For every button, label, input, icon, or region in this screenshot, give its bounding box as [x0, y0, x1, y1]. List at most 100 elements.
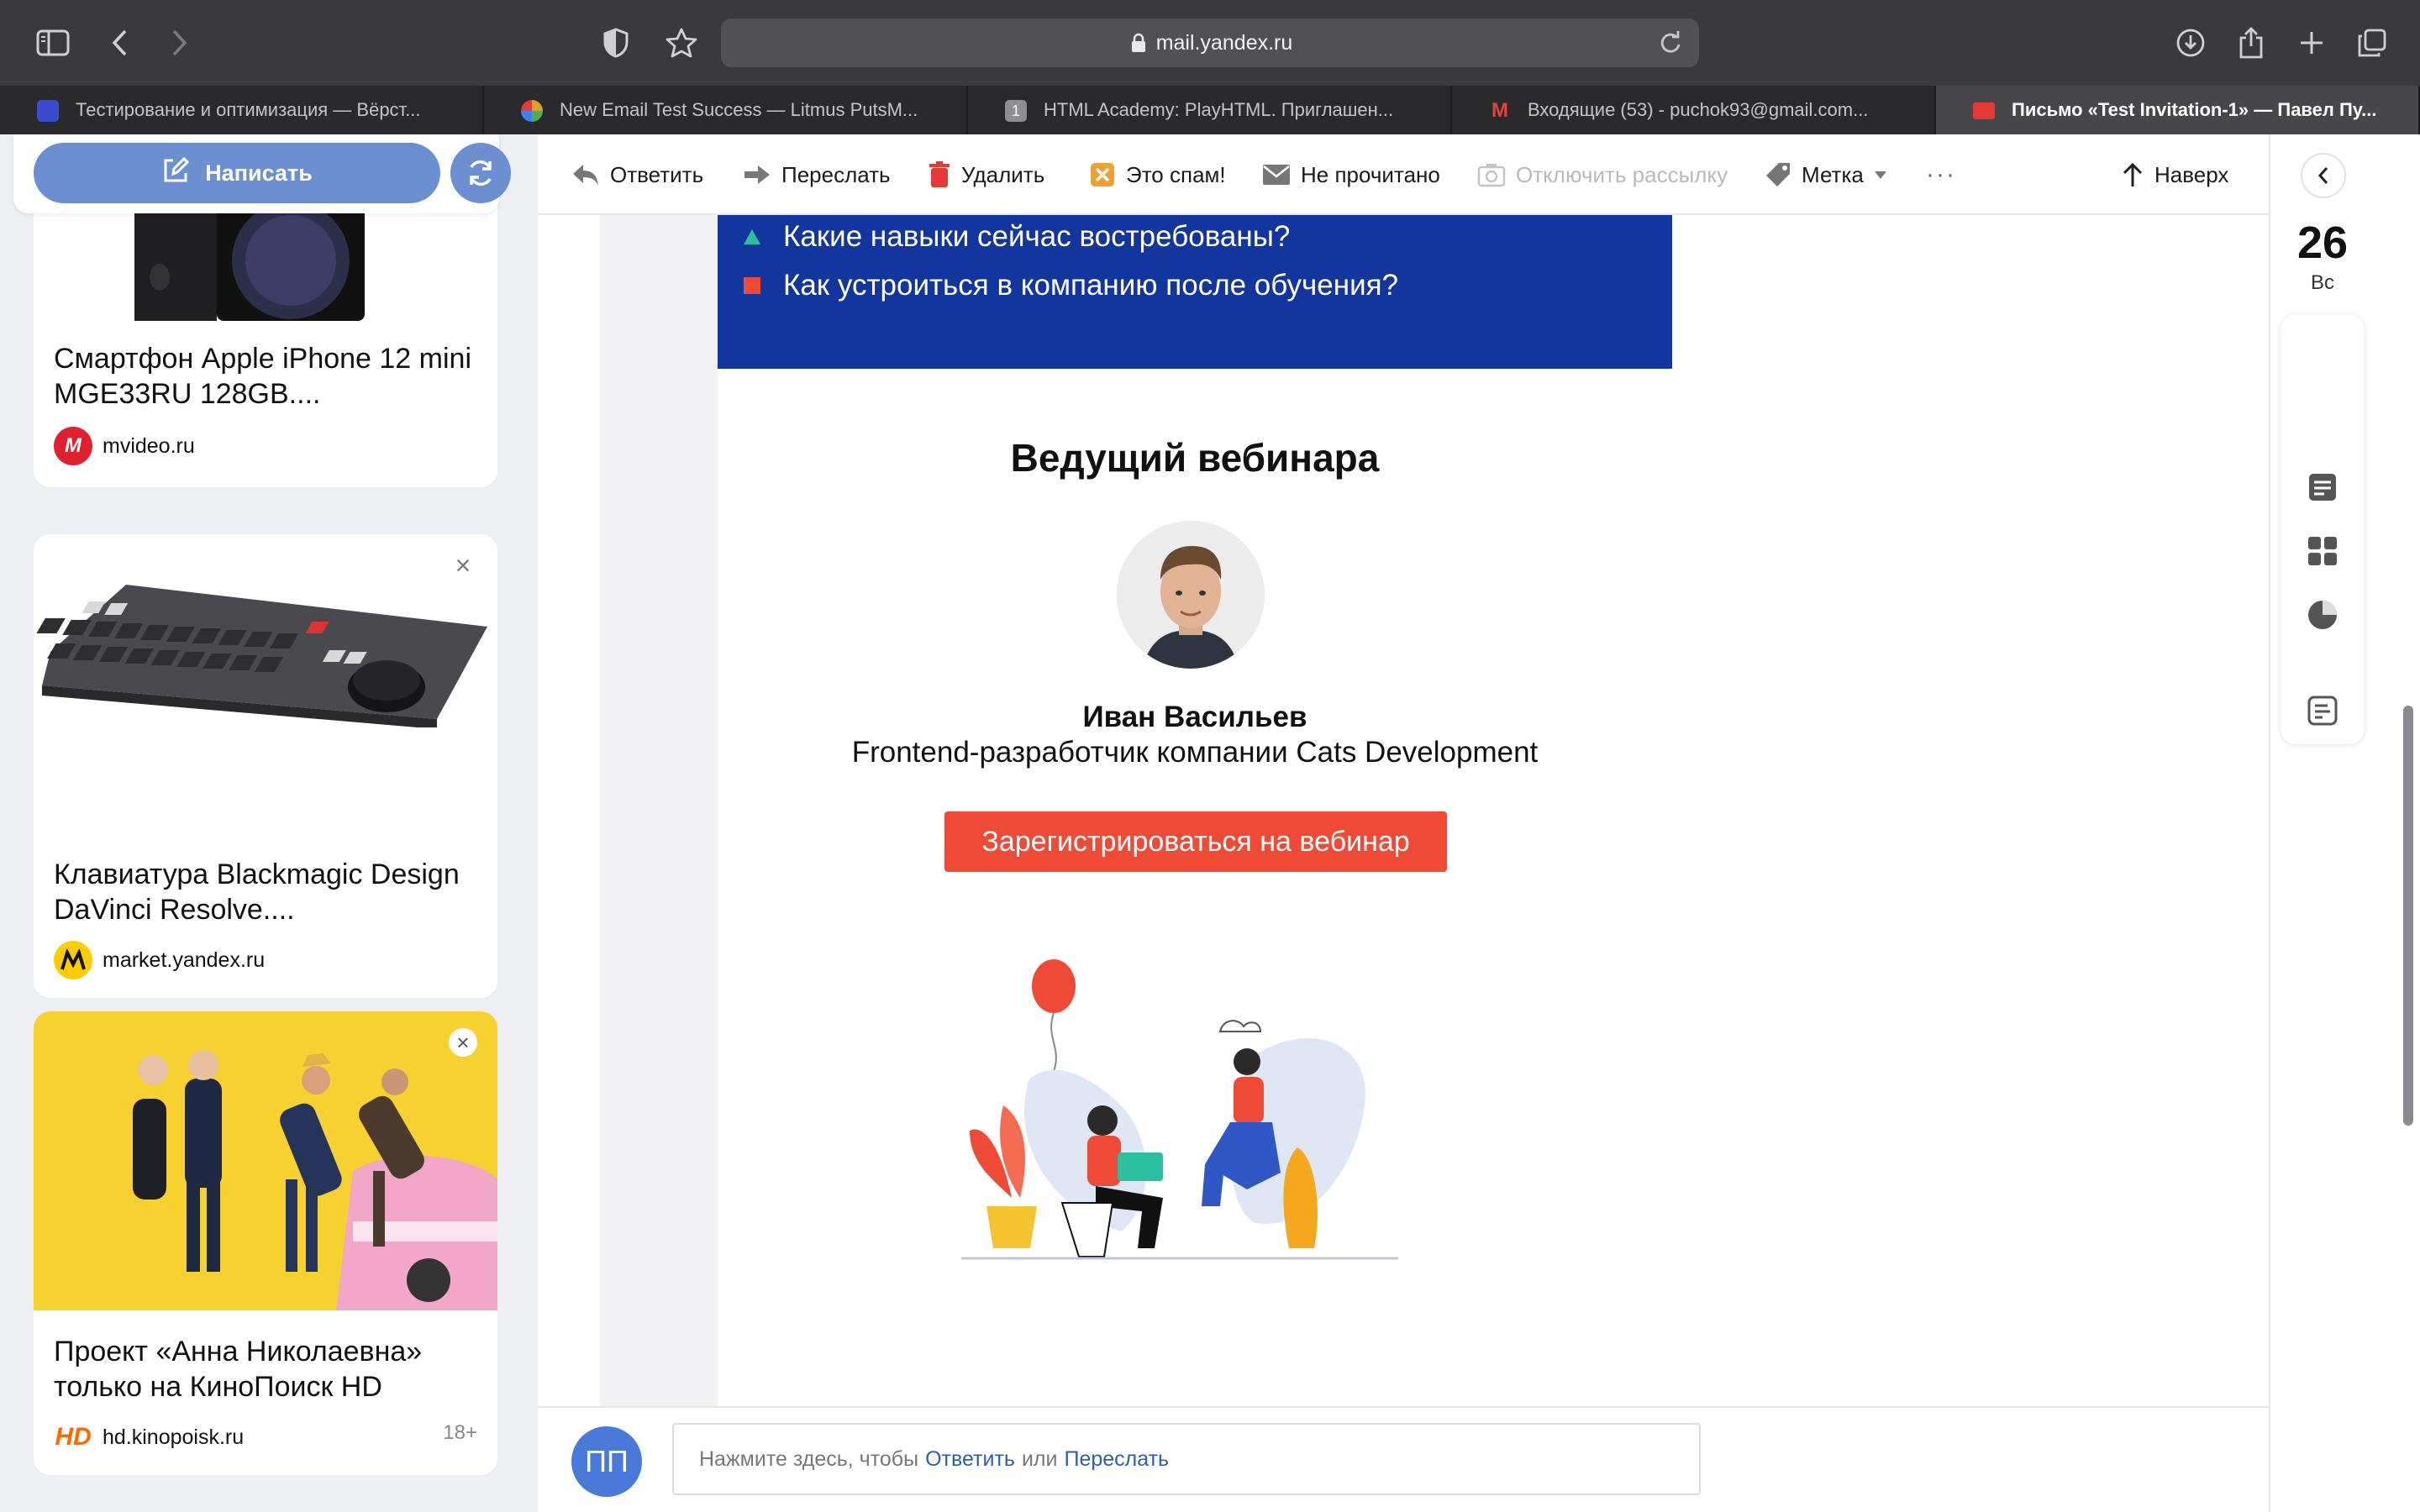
triangle-bullet-icon: [744, 229, 760, 244]
host-avatar: [1117, 521, 1265, 669]
browser-tab[interactable]: M Входящие (53) - puchok93@gmail.com...: [1452, 86, 1936, 134]
ad-title[interactable]: Смартфон Apple iPhone 12 mini MGE33RU 12…: [54, 341, 474, 412]
kinopoisk-promo-image: [34, 1011, 497, 1310]
reply-label: Ответить: [610, 161, 704, 187]
chevron-down-icon: [1874, 171, 1886, 179]
lock-icon: [1128, 32, 1150, 54]
keyboard-product-image: [36, 585, 487, 727]
refresh-icon: [470, 160, 492, 186]
browser-tab[interactable]: 1 HTML Academy: PlayHTML. Приглашен...: [968, 86, 1452, 134]
spam-button[interactable]: Это спам!: [1089, 158, 1226, 192]
label-text: Метка: [1802, 161, 1864, 187]
ad-source[interactable]: HD hd.kinopoisk.ru: [54, 1418, 244, 1457]
ad-close-icon[interactable]: ×: [449, 550, 477, 580]
reply-icon: [573, 165, 598, 186]
right-panel: 26 Вс: [2269, 134, 2420, 1512]
mvideo-logo-icon: M: [54, 427, 92, 465]
ad-title[interactable]: Проект «Анна Николаевна» только на КиноП…: [54, 1334, 474, 1404]
question-text: Какие навыки сейчас востребованы?: [783, 220, 1291, 253]
ad-source[interactable]: M mvideo.ru: [54, 427, 195, 465]
downloads-icon[interactable]: [2170, 22, 2212, 64]
ad-title[interactable]: Клавиатура Blackmagic Design DaVinci Res…: [54, 857, 474, 927]
calendar-weekday: Вс: [2310, 271, 2334, 294]
ad-card[interactable]: × Клавиатура Blackmagic Design DaVinci R…: [34, 534, 497, 998]
browser-tab[interactable]: Тестирование и оптимизация — Вёрст...: [0, 86, 484, 134]
age-rating-label: 18+: [443, 1421, 477, 1444]
spam-label: Это спам!: [1126, 161, 1226, 187]
page-scrollbar[interactable]: [2403, 706, 2413, 1126]
email-body: Какие навыки сейчас востребованы? Как ус…: [718, 215, 1672, 1512]
unsubscribe-icon: [1477, 164, 1506, 187]
delete-button[interactable]: Удалить: [928, 158, 1044, 192]
mark-unread-button[interactable]: Не прочитано: [1262, 158, 1440, 192]
tag-icon: [1766, 163, 1790, 186]
browser-tab-active[interactable]: Письмо «Test Invitation-1» — Павел Пу...: [1936, 86, 2420, 134]
ad-source-label: hd.kinopoisk.ru: [103, 1425, 245, 1449]
tab-bar: Тестирование и оптимизация — Вёрст... Ne…: [0, 86, 2420, 134]
compose-button[interactable]: Написать: [34, 143, 440, 203]
label-button[interactable]: Метка: [1765, 158, 1887, 192]
side-tools-panel: [2281, 314, 2365, 744]
ad-close-icon[interactable]: ×: [449, 1028, 477, 1057]
message-toolbar: Ответить Переслать Удалить Это спам! Не …: [538, 134, 2269, 215]
address-bar[interactable]: mail.yandex.ru: [721, 18, 1699, 67]
tab-title: Письмо «Test Invitation-1» — Павел Пу...: [2012, 99, 2377, 120]
more-actions-button[interactable]: ···: [1926, 158, 1956, 192]
mail-favicon-icon: [1973, 102, 1995, 119]
tab-title: Входящие (53) - puchok93@gmail.com...: [1528, 99, 1869, 120]
forward-link[interactable]: Переслать: [1064, 1447, 1169, 1472]
disk-usage-icon[interactable]: [2306, 598, 2339, 632]
tab-favicon-icon: 1: [1005, 100, 1027, 122]
user-avatar[interactable]: ПП: [571, 1426, 642, 1497]
forward-arrow-icon: [744, 165, 770, 184]
compose-pencil-icon: [161, 156, 190, 191]
reply-prompt: Нажмите здесь, чтобы: [699, 1446, 919, 1471]
apps-grid-icon[interactable]: [2306, 534, 2339, 568]
tab-title: New Email Test Success — Litmus PutsM...: [560, 99, 918, 120]
top-label: Наверх: [2154, 161, 2229, 187]
spam-icon: [1091, 163, 1114, 186]
message-reader: Какие навыки сейчас востребованы? Как ус…: [538, 215, 2269, 1512]
gmail-favicon-icon: M: [1491, 99, 1508, 122]
email-questions-block: Какие навыки сейчас востребованы? Как ус…: [718, 215, 1672, 369]
square-bullet-icon: [744, 277, 760, 294]
forward-icon[interactable]: [158, 22, 200, 64]
privacy-shield-icon[interactable]: [595, 22, 637, 64]
tab-overview-icon[interactable]: [2351, 22, 2393, 64]
new-tab-icon[interactable]: [2291, 22, 2333, 64]
notes-icon[interactable]: [2306, 470, 2339, 504]
collapse-panel-button[interactable]: [2301, 153, 2346, 198]
share-icon[interactable]: [2230, 22, 2272, 64]
host-name: Иван Васильев: [1082, 701, 1307, 733]
refresh-button[interactable]: [450, 143, 511, 203]
templates-icon[interactable]: [2306, 694, 2339, 727]
sidebar-toggle-icon[interactable]: [32, 22, 74, 64]
favorites-star-icon[interactable]: [660, 22, 702, 64]
calendar-date[interactable]: 26: [2270, 217, 2375, 269]
url-text: mail.yandex.ru: [1155, 30, 1293, 55]
market-logo-icon: [54, 941, 92, 979]
host-role: Frontend-разработчик компании Cats Devel…: [851, 736, 1539, 769]
scroll-top-button[interactable]: Наверх: [2121, 158, 2228, 192]
tab-favicon-icon: [521, 100, 543, 122]
reply-button[interactable]: Ответить: [571, 158, 703, 192]
browser-tab[interactable]: New Email Test Success — Litmus PutsM...: [484, 86, 968, 134]
browser-toolbar: mail.yandex.ru: [0, 0, 2420, 86]
ad-card[interactable]: × Проект «Анна Николаевна» только на Кин…: [34, 1011, 497, 1475]
reload-icon[interactable]: [1657, 29, 1684, 56]
unread-label: Не прочитано: [1301, 161, 1440, 187]
question-item: Как устроиться в компанию после обучения…: [743, 269, 1398, 302]
unsubscribe-button[interactable]: Отключить рассылку: [1477, 158, 1728, 192]
ad-source-label: mvideo.ru: [103, 433, 195, 458]
back-icon[interactable]: [99, 22, 141, 64]
host-heading: Ведущий вебинара: [1010, 436, 1380, 480]
ad-source[interactable]: market.yandex.ru: [54, 941, 265, 979]
compose-header: Написать: [13, 134, 511, 213]
reply-link[interactable]: Ответить: [925, 1447, 1015, 1472]
delete-label: Удалить: [961, 161, 1045, 187]
quick-reply-input[interactable]: Нажмите здесь, чтобы Ответить или Пересл…: [672, 1423, 1701, 1495]
register-webinar-button[interactable]: Зарегистрироваться на вебинар: [944, 811, 1447, 872]
forward-button[interactable]: Переслать: [743, 158, 891, 192]
quick-reply-bar: ПП Нажмите здесь, чтобы Ответить или Пер…: [538, 1406, 2269, 1512]
unsubscribe-label: Отключить рассылку: [1516, 161, 1728, 187]
